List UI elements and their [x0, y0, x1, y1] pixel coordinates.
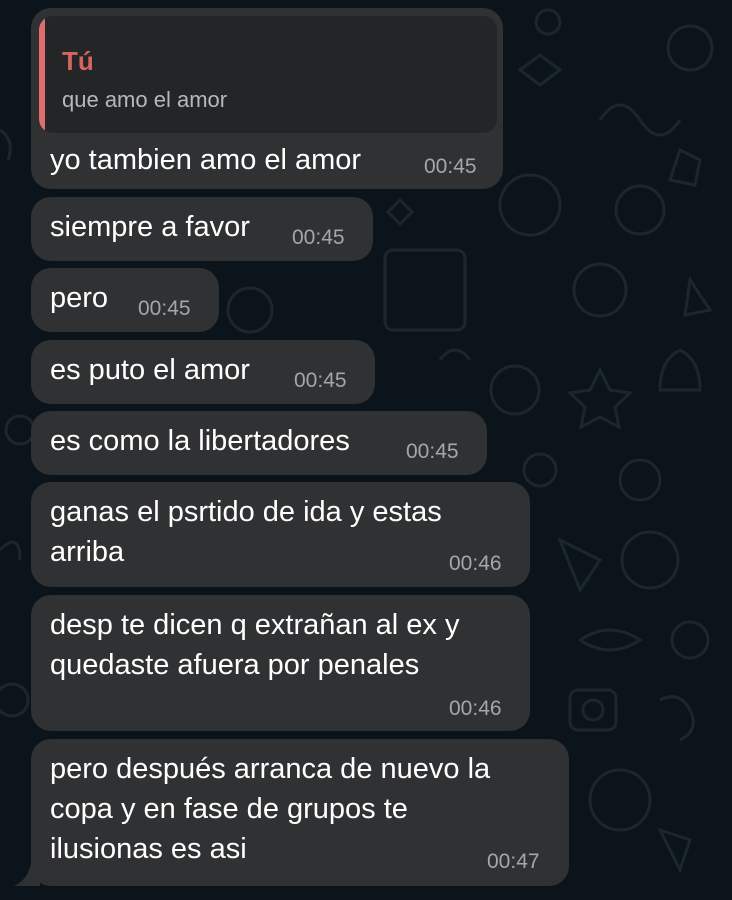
message-time: 00:46 [449, 697, 502, 720]
message-time: 00:45 [294, 369, 347, 392]
message-text-line: desp te dicen q extrañan al ex y [50, 609, 460, 641]
bubble-tail-icon [14, 857, 40, 886]
message-bubble-with-reply[interactable]: Tú que amo el amor yo tambien amo el amo… [31, 8, 503, 189]
message-text-line: quedaste afuera por penales [50, 649, 420, 681]
message-text-line: ilusionas es asi [50, 833, 247, 865]
message-text-line: copa y en fase de grupos te [50, 793, 408, 825]
quoted-text: que amo el amor [62, 87, 228, 112]
quoted-reply[interactable]: Tú que amo el amor [39, 16, 497, 133]
message-bubble[interactable]: pero después arranca de nuevo la copa y … [31, 739, 569, 886]
message-bubble[interactable]: es puto el amor 00:45 [31, 340, 375, 404]
message-text: es como la libertadores [50, 425, 350, 457]
message-text: siempre a favor [50, 211, 250, 243]
message-bubble[interactable]: desp te dicen q extrañan al ex y quedast… [31, 595, 530, 731]
message-bubble[interactable]: siempre a favor 00:45 [31, 197, 373, 261]
message-time: 00:45 [292, 226, 345, 249]
message-time: 00:46 [449, 552, 502, 575]
message-time: 00:45 [406, 440, 459, 463]
message-text: pero [50, 282, 109, 314]
message-text: es puto el amor [50, 354, 250, 386]
message-text-line: ganas el psrtido de ida y estas [50, 496, 442, 528]
message-bubble[interactable]: es como la libertadores 00:45 [31, 411, 487, 475]
message-text-line: pero después arranca de nuevo la [50, 753, 491, 785]
message-time: 00:45 [138, 297, 191, 320]
message-bubble[interactable]: pero 00:45 [31, 268, 219, 332]
message-time: 00:45 [424, 155, 477, 178]
message-time: 00:47 [487, 850, 540, 873]
message-bubble[interactable]: ganas el psrtido de ida y estas arriba 0… [31, 482, 530, 587]
message-text-line: arriba [50, 536, 125, 568]
message-text: yo tambien amo el amor [50, 144, 362, 176]
quote-accent-bar [39, 16, 45, 133]
quoted-author: Tú [62, 46, 94, 76]
